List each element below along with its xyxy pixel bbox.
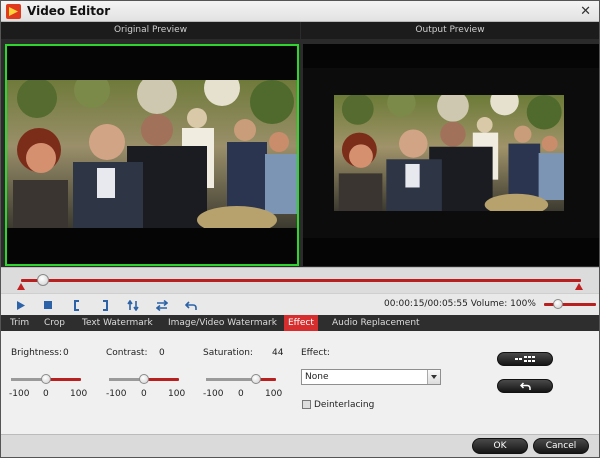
deinterlacing-checkbox[interactable] <box>302 400 311 409</box>
volume-slider-track[interactable] <box>544 303 596 306</box>
saturation-label: Saturation: <box>203 348 253 358</box>
contrast-max: 100 <box>168 389 186 399</box>
stop-button[interactable] <box>40 298 56 312</box>
contrast-slider-thumb[interactable] <box>139 374 149 384</box>
tab-text-watermark[interactable]: Text Watermark <box>78 315 157 331</box>
trim-start-button[interactable] <box>69 298 85 312</box>
saturation-max: 100 <box>265 389 283 399</box>
contrast-value: 0 <box>159 348 165 358</box>
close-icon[interactable]: ✕ <box>580 4 591 19</box>
undo-arrow-icon <box>185 300 197 310</box>
effect-select[interactable]: None <box>301 369 441 385</box>
split-button[interactable] <box>125 298 141 312</box>
grid-menu-icon <box>515 356 535 362</box>
brightness-label: Brightness: <box>11 348 62 358</box>
volume-label: Volume: <box>470 299 508 309</box>
window-title: Video Editor <box>27 4 111 18</box>
tab-trim[interactable]: Trim <box>6 315 33 331</box>
bracket-left-icon <box>74 299 79 311</box>
output-preview <box>303 44 599 266</box>
output-video-frame <box>334 95 564 211</box>
tab-crop[interactable]: Crop <box>40 315 69 331</box>
stop-icon <box>44 301 52 309</box>
cancel-button[interactable]: Cancel <box>533 438 589 454</box>
contrast-mid: 0 <box>141 389 147 399</box>
output-preview-label: Output Preview <box>301 22 599 39</box>
saturation-slider-base <box>206 378 257 381</box>
contrast-label: Contrast: <box>106 348 148 358</box>
trim-end-button[interactable] <box>97 298 113 312</box>
play-button[interactable] <box>12 298 28 312</box>
deinterlacing-label: Deinterlacing <box>314 400 375 410</box>
swap-arrows-icon <box>156 299 168 311</box>
time-display: 00:00:15/00:05:55 Volume: 100% <box>384 299 536 309</box>
dialog-footer: OK Cancel <box>1 434 599 457</box>
swap-button[interactable] <box>154 298 170 312</box>
timeline-playhead[interactable] <box>37 274 50 286</box>
trim-end-marker[interactable] <box>575 283 583 290</box>
effect-select-value: None <box>305 372 329 382</box>
reset-button[interactable] <box>183 298 199 312</box>
brightness-mid: 0 <box>43 389 49 399</box>
chevron-down-icon[interactable] <box>427 370 440 384</box>
volume-slider-thumb[interactable] <box>553 299 563 309</box>
saturation-min: -100 <box>203 389 224 399</box>
saturation-mid: 0 <box>238 389 244 399</box>
title-bar: Video Editor ✕ <box>1 1 599 22</box>
bracket-right-icon <box>103 299 108 311</box>
volume-value: 100% <box>510 299 536 309</box>
original-video-frame <box>7 80 297 228</box>
effect-label: Effect: <box>301 348 330 358</box>
effect-panel: Brightness: 0 -100 0 100 Contrast: 0 -10… <box>1 331 599 434</box>
tab-audio-replacement[interactable]: Audio Replacement <box>328 315 424 331</box>
contrast-min: -100 <box>106 389 127 399</box>
brightness-min: -100 <box>9 389 30 399</box>
timeline-track[interactable] <box>21 279 581 282</box>
brightness-max: 100 <box>70 389 88 399</box>
ok-button[interactable]: OK <box>472 438 528 454</box>
play-icon <box>16 300 25 310</box>
video-editor-window: Video Editor ✕ Original Preview Output P… <box>0 0 600 458</box>
saturation-slider-thumb[interactable] <box>251 374 262 384</box>
undo-arrow-icon <box>519 381 531 390</box>
effect-reset-button[interactable] <box>497 379 553 393</box>
brightness-value: 0 <box>63 348 69 358</box>
timeline <box>1 267 599 293</box>
playback-controls: 00:00:15/00:05:55 Volume: 100% <box>1 293 599 315</box>
tab-image-video-watermark[interactable]: Image/Video Watermark <box>164 315 281 331</box>
tab-effect[interactable]: Effect <box>284 315 318 331</box>
effect-options-button[interactable] <box>497 352 553 366</box>
brightness-slider-thumb[interactable] <box>41 374 51 384</box>
trim-start-marker[interactable] <box>17 283 25 290</box>
original-preview[interactable] <box>5 44 299 266</box>
split-arrows-icon <box>127 299 139 311</box>
saturation-value: 44 <box>272 348 284 358</box>
editor-tabs: Trim Crop Text Watermark Image/Video Wat… <box>1 315 599 331</box>
original-preview-label: Original Preview <box>1 22 300 39</box>
saturation-slider-track[interactable] <box>206 378 276 381</box>
time-value: 00:00:15/00:05:55 <box>384 299 468 309</box>
app-logo-icon <box>6 4 21 19</box>
